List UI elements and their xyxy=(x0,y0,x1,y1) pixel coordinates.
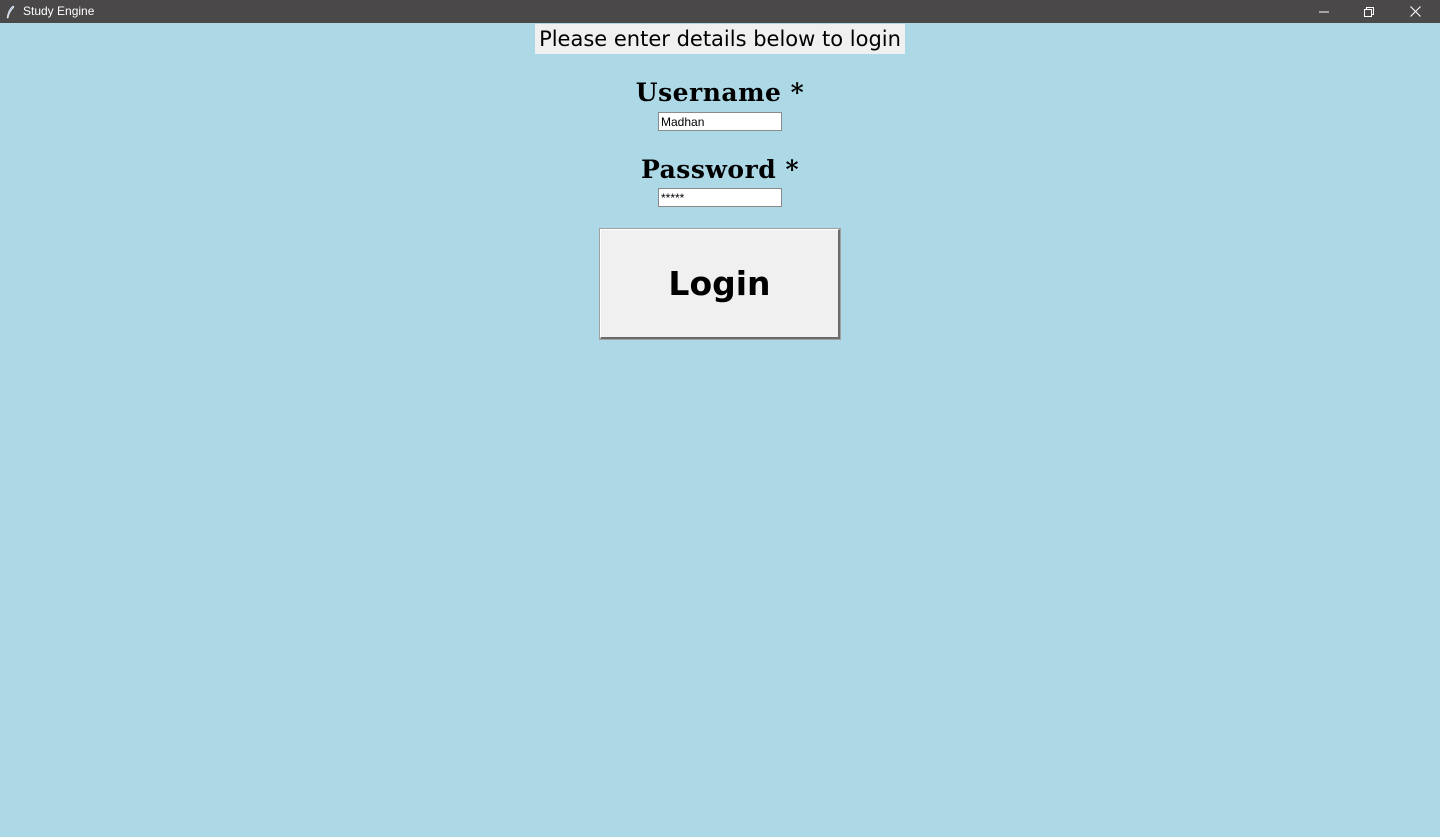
feather-icon xyxy=(5,4,15,19)
close-button[interactable] xyxy=(1392,0,1438,23)
restore-button[interactable] xyxy=(1346,0,1392,23)
minimize-icon xyxy=(1319,2,1329,21)
password-label: Password * xyxy=(640,155,800,184)
restore-icon xyxy=(1364,2,1374,21)
app-window: Study Engine Please enter details below … xyxy=(0,0,1440,837)
close-icon xyxy=(1409,2,1421,21)
username-label: Username * xyxy=(635,78,805,107)
username-field[interactable] xyxy=(658,112,782,131)
title-bar: Study Engine xyxy=(0,0,1440,23)
login-button[interactable]: Login xyxy=(599,228,841,340)
password-field[interactable] xyxy=(658,188,782,207)
minimize-button[interactable] xyxy=(1301,0,1347,23)
window-title: Study Engine xyxy=(23,4,95,18)
login-instructions: Please enter details below to login xyxy=(535,24,905,54)
